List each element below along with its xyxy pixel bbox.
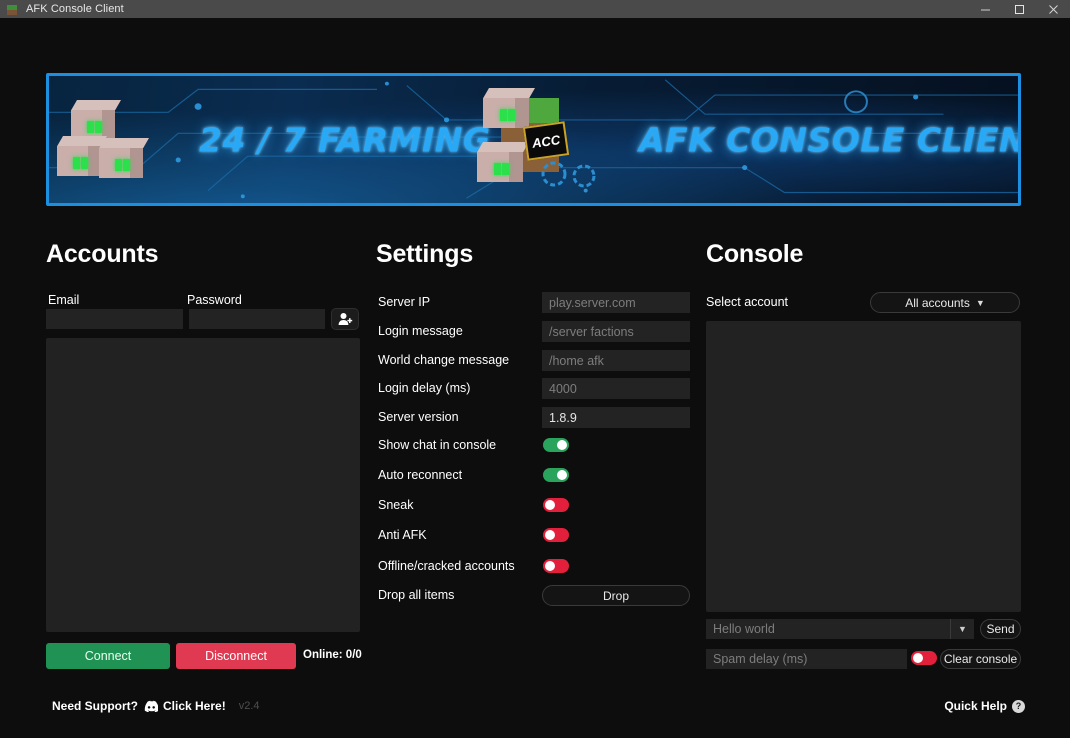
- setting-field-wrap: [542, 378, 690, 399]
- window-title: AFK Console Client: [26, 3, 124, 15]
- setting-row-login-message: Login message: [376, 321, 690, 343]
- spam-toggle[interactable]: [911, 651, 937, 665]
- select-account-label: Select account: [706, 295, 788, 309]
- accounts-title: Accounts: [46, 240, 159, 268]
- setting-label: Drop all items: [378, 588, 455, 602]
- world-change-message-input[interactable]: [542, 350, 690, 371]
- setting-row-offline-accounts: Offline/cracked accounts: [376, 556, 690, 578]
- settings-panel: Settings: [376, 240, 690, 269]
- setting-label: Login message: [378, 324, 463, 338]
- window-titlebar: AFK Console Client: [0, 0, 1070, 18]
- setting-row-auto-reconnect: Auto reconnect: [376, 465, 690, 487]
- spam-delay-input[interactable]: [706, 649, 907, 669]
- anti-afk-toggle[interactable]: [543, 528, 569, 542]
- console-title: Console: [706, 240, 804, 268]
- account-dropdown[interactable]: All accounts ▼: [870, 292, 1020, 313]
- discord-icon: [144, 700, 158, 712]
- close-button[interactable]: [1036, 0, 1070, 18]
- password-label: Password: [187, 293, 242, 307]
- setting-row-server-ip: Server IP: [376, 292, 690, 314]
- quick-help-button[interactable]: Quick Help ?: [944, 699, 1025, 713]
- email-field[interactable]: [46, 309, 183, 329]
- minimize-button[interactable]: [968, 0, 1002, 18]
- setting-row-server-version: Server version: [376, 407, 690, 429]
- send-button[interactable]: Send: [980, 619, 1021, 639]
- account-dropdown-value: All accounts: [905, 295, 970, 310]
- support-bar[interactable]: Need Support? Click Here! v2.4: [52, 699, 260, 713]
- setting-label: World change message: [378, 353, 510, 367]
- setting-row-login-delay: Login delay (ms): [376, 378, 690, 400]
- support-link[interactable]: Click Here!: [163, 699, 226, 713]
- offline-accounts-toggle[interactable]: [543, 559, 569, 573]
- drop-all-items-button[interactable]: Drop: [542, 585, 690, 606]
- box-icon-1: [71, 100, 121, 140]
- window-controls: [968, 0, 1070, 18]
- settings-title: Settings: [376, 240, 474, 268]
- support-prefix-label: Need Support?: [52, 699, 138, 713]
- show-chat-toggle[interactable]: [543, 438, 569, 452]
- version-label: v2.4: [238, 700, 260, 712]
- password-field[interactable]: [189, 309, 325, 329]
- setting-label: Sneak: [378, 498, 414, 512]
- email-label: Email: [48, 293, 80, 307]
- app-banner: 24 / 7 FARMING ACC AFK CONSOLE CLIENT: [46, 73, 1021, 206]
- box-icon-5: [477, 142, 529, 182]
- login-delay-input[interactable]: [542, 378, 690, 399]
- add-account-button[interactable]: [331, 308, 359, 330]
- maximize-button[interactable]: [1002, 0, 1036, 18]
- setting-row-world-change-message: World change message: [376, 350, 690, 372]
- connect-button[interactable]: Connect: [46, 643, 170, 669]
- setting-label: Auto reconnect: [378, 468, 463, 482]
- online-status: Online: 0/0: [303, 649, 362, 661]
- setting-label: Server IP: [378, 295, 431, 309]
- setting-row-anti-afk: Anti AFK: [376, 525, 690, 547]
- setting-label: Offline/cracked accounts: [378, 559, 515, 573]
- chat-message-input[interactable]: [706, 619, 950, 639]
- setting-field-wrap: [542, 321, 690, 342]
- banner-left-text: 24 / 7 FARMING: [199, 120, 491, 159]
- auto-reconnect-toggle[interactable]: [543, 468, 569, 482]
- box-icon-2: [57, 136, 107, 176]
- question-mark-icon: ?: [1012, 699, 1025, 713]
- setting-field-wrap: [542, 407, 690, 428]
- server-ip-input[interactable]: [542, 292, 690, 313]
- setting-label: Show chat in console: [378, 438, 497, 452]
- setting-field-wrap: [542, 292, 690, 313]
- setting-field-wrap: [542, 350, 690, 371]
- setting-label: Server version: [378, 410, 459, 424]
- chevron-down-icon: ▼: [975, 297, 985, 308]
- box-icon-3: [99, 138, 149, 178]
- server-version-input[interactable]: [542, 407, 690, 428]
- banner-right-text: AFK CONSOLE CLIENT: [639, 120, 1021, 159]
- app-icon: [5, 2, 19, 16]
- accounts-panel: Accounts: [46, 240, 362, 269]
- console-panel: Console: [706, 240, 1021, 269]
- console-output[interactable]: [706, 321, 1021, 612]
- quick-help-label: Quick Help: [944, 699, 1007, 713]
- disconnect-button[interactable]: Disconnect: [176, 643, 296, 669]
- setting-label: Login delay (ms): [378, 381, 471, 395]
- add-user-icon: [338, 313, 352, 325]
- clear-console-button[interactable]: Clear console: [940, 649, 1021, 669]
- gear-icon: [541, 161, 596, 188]
- setting-row-show-chat: Show chat in console: [376, 435, 690, 457]
- sneak-toggle[interactable]: [543, 498, 569, 512]
- box-icon-4: [483, 88, 535, 128]
- chevron-down-icon: ▼: [958, 624, 967, 634]
- chat-history-dropdown[interactable]: ▼: [950, 619, 974, 639]
- login-message-input[interactable]: [542, 321, 690, 342]
- accounts-list[interactable]: [46, 338, 360, 632]
- setting-row-sneak: Sneak: [376, 495, 690, 517]
- app-window: 24 / 7 FARMING ACC AFK CONSOLE CLIENT Ac…: [0, 18, 1070, 738]
- setting-label: Anti AFK: [378, 528, 427, 542]
